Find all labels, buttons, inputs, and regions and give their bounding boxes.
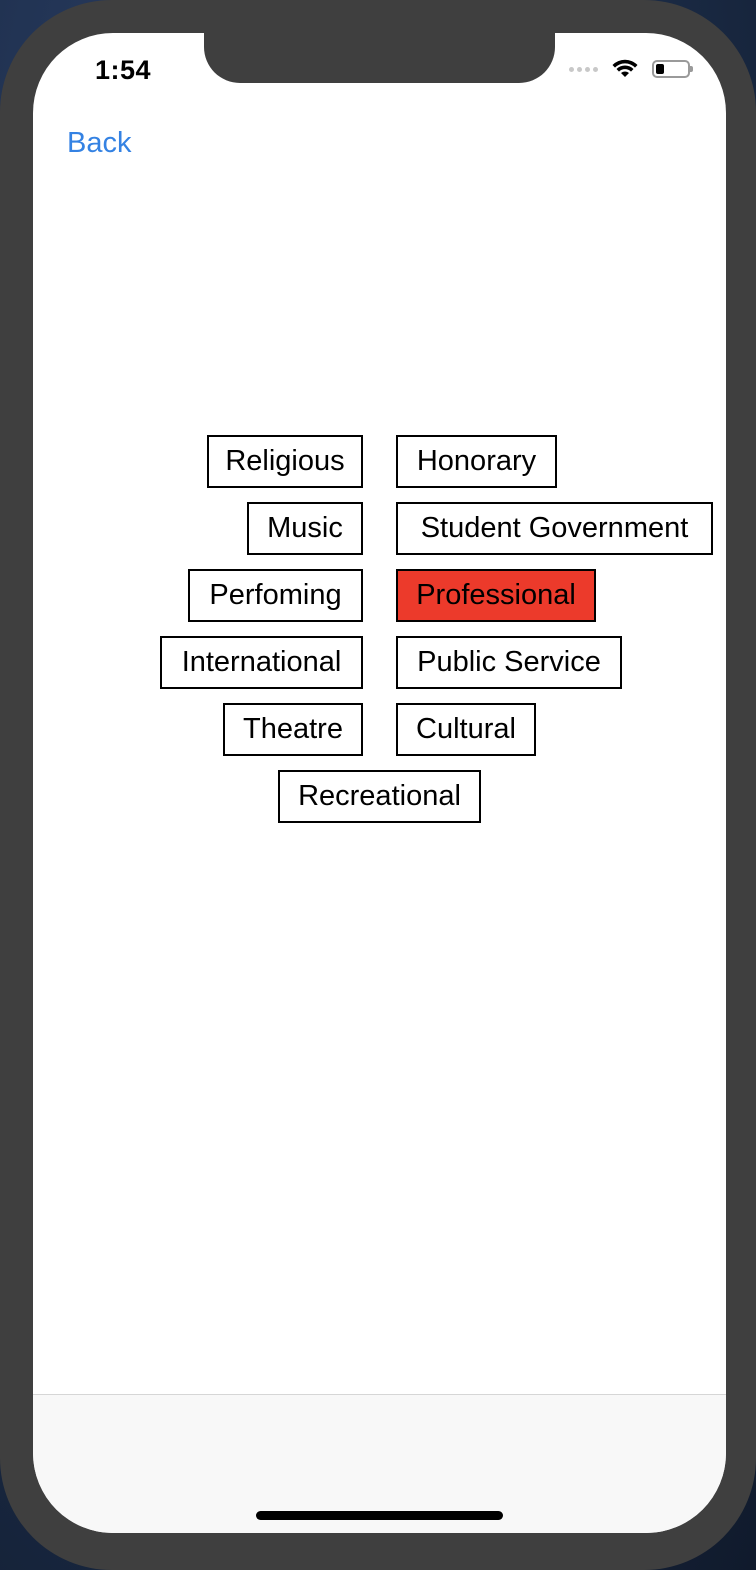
wifi-icon <box>612 59 638 77</box>
tag-perfoming[interactable]: Perfoming <box>188 569 363 622</box>
battery-level <box>656 64 664 74</box>
tag-recreational[interactable]: Recreational <box>278 770 481 823</box>
tag-professional[interactable]: Professional <box>396 569 596 622</box>
tag-international[interactable]: International <box>160 636 363 689</box>
device-background: 1:54 Back Religious Honorary Music Stude… <box>0 0 756 1570</box>
tag-honorary[interactable]: Honorary <box>396 435 557 488</box>
tag-music[interactable]: Music <box>247 502 363 555</box>
back-button[interactable]: Back <box>67 127 131 160</box>
tag-student-government[interactable]: Student Government <box>396 502 713 555</box>
tag-religious[interactable]: Religious <box>207 435 363 488</box>
status-icons <box>569 59 693 79</box>
tag-cultural[interactable]: Cultural <box>396 703 536 756</box>
phone-screen: 1:54 Back Religious Honorary Music Stude… <box>33 33 726 1533</box>
battery-icon <box>652 60 693 78</box>
phone-bezel: 1:54 Back Religious Honorary Music Stude… <box>0 0 756 1570</box>
tag-theatre[interactable]: Theatre <box>223 703 363 756</box>
tag-public-service[interactable]: Public Service <box>396 636 622 689</box>
status-time: 1:54 <box>95 55 152 85</box>
notch <box>204 33 555 83</box>
home-indicator[interactable] <box>256 1511 503 1520</box>
cellular-signal-icon <box>569 66 598 72</box>
